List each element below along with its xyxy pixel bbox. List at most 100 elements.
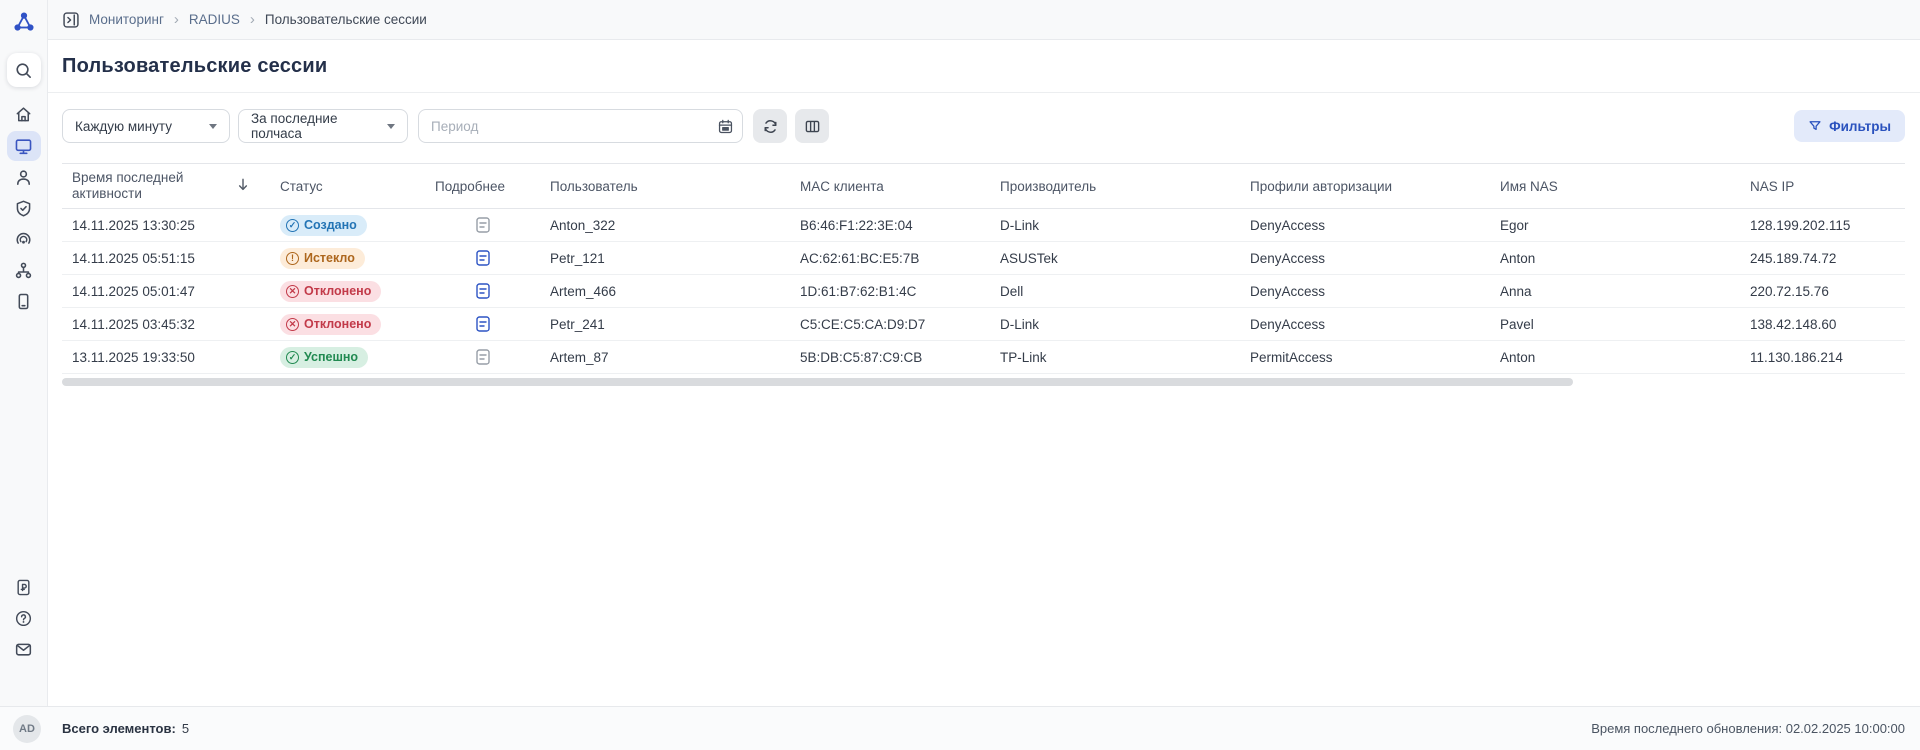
status-label: Создано xyxy=(304,218,357,232)
access-point-icon xyxy=(14,230,33,249)
breadcrumb-item-monitoring[interactable]: Мониторинг xyxy=(89,12,164,27)
table-header-row: Время последней активности Статус Подроб… xyxy=(62,163,1905,209)
status-icon: ✕ xyxy=(286,318,299,331)
cell-mac: AC:62:61:BC:E5:7B xyxy=(790,251,990,266)
cell-last-activity: 14.11.2025 05:51:15 xyxy=(62,251,270,266)
cell-auth-profile: DenyAccess xyxy=(1240,317,1490,332)
refresh-interval-value: Каждую минуту xyxy=(75,119,172,134)
monitor-icon xyxy=(14,137,33,156)
sidebar-item-home[interactable] xyxy=(7,99,41,130)
cell-mac: 1D:61:B7:62:B1:4C xyxy=(790,284,990,299)
time-range-value: За последние полчаса xyxy=(251,111,387,141)
breadcrumb-item-radius[interactable]: RADIUS xyxy=(189,12,240,27)
details-icon[interactable] xyxy=(476,250,490,266)
details-icon[interactable] xyxy=(476,349,490,365)
help-icon xyxy=(14,609,33,628)
table-row[interactable]: 13.11.2025 19:33:50 ✓ Успешно Artem_87 5… xyxy=(62,341,1905,374)
total-items-value: 5 xyxy=(182,721,189,736)
cell-nas-ip: 128.199.202.115 xyxy=(1740,218,1905,233)
details-icon[interactable] xyxy=(476,217,490,233)
status-icon: ✕ xyxy=(286,285,299,298)
avatar[interactable]: AD xyxy=(13,715,41,743)
cell-last-activity: 14.11.2025 13:30:25 xyxy=(62,218,270,233)
cell-vendor: Dell xyxy=(990,284,1240,299)
header-last-activity[interactable]: Время последней активности xyxy=(62,164,270,208)
details-icon[interactable] xyxy=(476,283,490,299)
cell-details xyxy=(425,283,540,299)
filters-button[interactable]: Фильтры xyxy=(1794,110,1905,142)
cell-nas-ip: 11.130.186.214 xyxy=(1740,350,1905,365)
time-range-select[interactable]: За последние полчаса xyxy=(238,109,408,143)
cell-last-activity: 14.11.2025 03:45:32 xyxy=(62,317,270,332)
shield-check-icon xyxy=(14,199,33,218)
status-badge: ✕ Отклонено xyxy=(280,281,381,302)
billing-document-icon xyxy=(14,578,33,597)
details-icon[interactable] xyxy=(476,316,490,332)
breadcrumb-separator: › xyxy=(174,11,179,28)
refresh-interval-select[interactable]: Каждую минуту xyxy=(62,109,230,143)
header-details[interactable]: Подробнее xyxy=(425,173,540,200)
sidebar-item-security[interactable] xyxy=(7,193,41,224)
sidebar-item-help[interactable] xyxy=(7,603,41,634)
header-nas-ip[interactable]: NAS IP xyxy=(1740,173,1905,200)
header-mac[interactable]: MAC клиента xyxy=(790,173,990,200)
header-nas-name[interactable]: Имя NAS xyxy=(1490,173,1740,200)
sidebar-item-mail[interactable] xyxy=(7,634,41,665)
sidebar-item-users[interactable] xyxy=(7,162,41,193)
cell-status: ✕ Отклонено xyxy=(270,314,425,335)
refresh-icon xyxy=(762,118,779,135)
cell-nas-name: Anton xyxy=(1490,251,1740,266)
cell-vendor: TP-Link xyxy=(990,350,1240,365)
header-auth-profiles[interactable]: Профили авторизации xyxy=(1240,173,1490,200)
sort-desc-icon[interactable] xyxy=(236,177,250,195)
table-row[interactable]: 14.11.2025 03:45:32 ✕ Отклонено Petr_241 xyxy=(62,308,1905,341)
status-bar: AD Всего элементов: 5 Время последнего о… xyxy=(0,706,1920,750)
cell-nas-name: Anton xyxy=(1490,350,1740,365)
header-vendor[interactable]: Производитель xyxy=(990,173,1240,200)
cell-user: Petr_241 xyxy=(540,317,790,332)
sidebar-item-monitoring[interactable] xyxy=(7,131,41,161)
table-row[interactable]: 14.11.2025 05:01:47 ✕ Отклонено Artem_46… xyxy=(62,275,1905,308)
scrollbar-thumb[interactable] xyxy=(62,378,1573,386)
status-label: Отклонено xyxy=(304,284,371,298)
refresh-button[interactable] xyxy=(753,109,787,143)
cell-vendor: D-Link xyxy=(990,218,1240,233)
search-button[interactable] xyxy=(7,53,41,87)
status-label: Отклонено xyxy=(304,317,371,331)
status-badge: ✓ Создано xyxy=(280,215,367,236)
breadcrumb-bar: Мониторинг › RADIUS › Пользовательские с… xyxy=(48,0,1920,40)
user-icon xyxy=(14,168,33,187)
table-row[interactable]: 14.11.2025 13:30:25 ✓ Создано Anton_322 … xyxy=(62,209,1905,242)
cell-details xyxy=(425,250,540,266)
panel-toggle-icon[interactable] xyxy=(62,11,80,29)
status-label: Истекло xyxy=(304,251,355,265)
cell-auth-profile: DenyAccess xyxy=(1240,218,1490,233)
sidebar-item-topology[interactable] xyxy=(7,255,41,286)
cell-mac: C5:CE:C5:CA:D9:D7 xyxy=(790,317,990,332)
sidebar-item-devices[interactable] xyxy=(7,286,41,317)
total-items-label: Всего элементов: xyxy=(62,721,176,736)
title-divider xyxy=(48,92,1920,93)
table-row[interactable]: 14.11.2025 05:51:15 ! Истекло Petr_121 A… xyxy=(62,242,1905,275)
header-status[interactable]: Статус xyxy=(270,173,425,200)
calendar-icon[interactable] xyxy=(715,116,735,136)
period-field-wrap xyxy=(418,109,743,143)
app-logo-icon xyxy=(7,7,41,37)
cell-nas-ip: 220.72.15.76 xyxy=(1740,284,1905,299)
sidebar-item-billing[interactable] xyxy=(7,572,41,603)
cell-auth-profile: DenyAccess xyxy=(1240,284,1490,299)
sidebar-item-radius[interactable] xyxy=(7,224,41,255)
app-root: Мониторинг › RADIUS › Пользовательские с… xyxy=(0,0,1920,750)
filters-button-label: Фильтры xyxy=(1829,119,1891,134)
status-icon: ✓ xyxy=(286,351,299,364)
header-user[interactable]: Пользователь xyxy=(540,173,790,200)
period-input[interactable] xyxy=(418,109,743,143)
cell-last-activity: 14.11.2025 05:01:47 xyxy=(62,284,270,299)
cell-nas-ip: 245.189.74.72 xyxy=(1740,251,1905,266)
status-label: Успешно xyxy=(304,350,358,364)
cell-nas-name: Pavel xyxy=(1490,317,1740,332)
topology-icon xyxy=(14,261,33,280)
columns-button[interactable] xyxy=(795,109,829,143)
funnel-icon xyxy=(1808,119,1822,133)
breadcrumb-separator: › xyxy=(250,11,255,28)
